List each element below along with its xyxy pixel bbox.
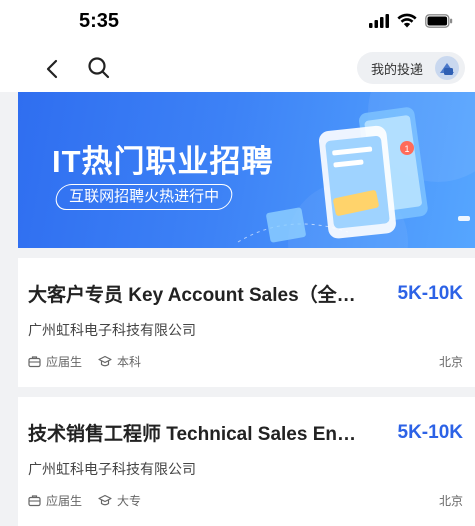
job-title: 技术销售工程师 Technical Sales En…	[28, 424, 357, 445]
battery-icon	[425, 13, 453, 28]
job-company: 广州虹科电子科技有限公司	[28, 323, 196, 339]
chevron-left-icon[interactable]	[40, 56, 66, 82]
signal-icon	[369, 13, 389, 28]
status-bar: 5:35	[0, 0, 475, 44]
job-title: 大客户专员 Key Account Sales（全…	[28, 285, 356, 306]
tag-education: 大专	[98, 492, 141, 509]
avatar	[435, 56, 459, 80]
tag-experience: 应届生	[28, 492, 82, 509]
screen: 5:35 我的投递 1 IT热门职业招聘 互联网招聘火热进行中 大客户专员 Ke…	[0, 0, 475, 526]
job-tags: 应届生 本科	[28, 353, 153, 370]
job-salary: 5K-10K	[397, 421, 463, 443]
job-location: 北京	[438, 355, 463, 369]
my-applications-button[interactable]: 我的投递	[357, 52, 465, 84]
banner-subtitle-text: 互联网招聘火热进行中	[69, 187, 220, 205]
banner-title: IT热门职业招聘	[52, 144, 274, 179]
graduation-cap-icon	[98, 494, 112, 506]
my-applications-label: 我的投递	[371, 62, 424, 78]
tag-experience-label: 应届生	[46, 355, 83, 369]
job-card[interactable]: 大客户专员 Key Account Sales（全… 5K-10K 广州虹科电子…	[18, 258, 475, 387]
briefcase-icon	[28, 495, 41, 507]
briefcase-icon	[28, 356, 41, 368]
nav-bar: 我的投递	[0, 44, 475, 92]
promo-banner[interactable]: 1 IT热门职业招聘 互联网招聘火热进行中	[18, 92, 475, 248]
status-icons	[369, 13, 453, 28]
search-icon[interactable]	[86, 55, 112, 81]
tag-experience: 应届生	[28, 353, 82, 370]
banner-subtitle: 互联网招聘火热进行中	[53, 184, 235, 210]
graduation-cap-icon	[98, 355, 112, 367]
wifi-icon	[397, 13, 417, 28]
job-location: 北京	[438, 494, 463, 508]
job-salary: 5K-10K	[397, 282, 463, 304]
tag-education: 本科	[98, 353, 141, 370]
job-title-row: 大客户专员 Key Account Sales（全… 5K-10K	[28, 280, 463, 307]
tag-education-label: 大专	[117, 494, 142, 508]
svg-text:1: 1	[404, 144, 409, 154]
tag-experience-label: 应届生	[46, 494, 83, 508]
job-company: 广州虹科电子科技有限公司	[28, 462, 196, 478]
job-card[interactable]: 技术销售工程师 Technical Sales En… 5K-10K 广州虹科电…	[18, 397, 475, 526]
job-title-row: 技术销售工程师 Technical Sales En… 5K-10K	[28, 419, 463, 446]
status-time: 5:35	[79, 10, 120, 32]
tag-education-label: 本科	[117, 355, 142, 369]
job-tags: 应届生 大专	[28, 492, 153, 509]
